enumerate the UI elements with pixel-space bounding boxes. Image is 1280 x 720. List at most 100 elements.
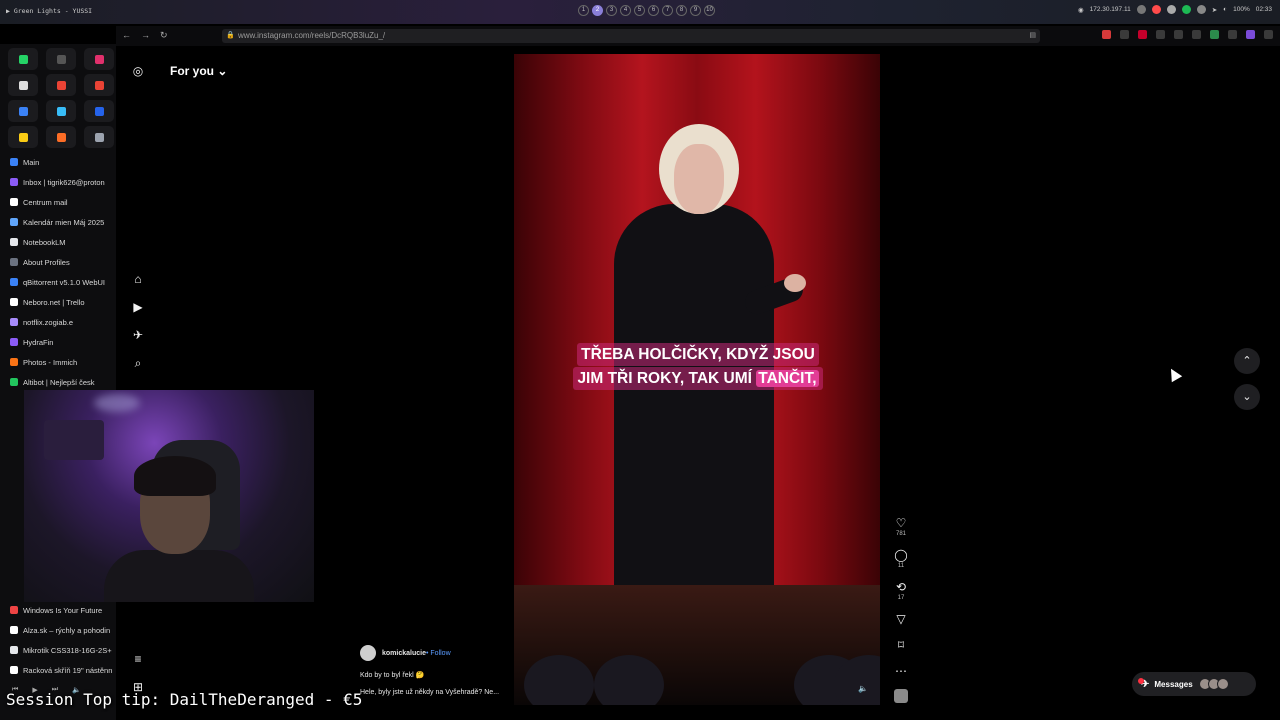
sidebar-tab[interactable]: Kalendár mien Máj 2025 [0,212,116,232]
pinned-app-whatsapp[interactable] [8,48,38,70]
site-info-icon[interactable]: 🔒 [226,29,235,43]
share-button[interactable]: ▽ [892,612,910,626]
sidebar-tab[interactable]: Neboro.net | Trello [0,292,116,312]
sidebar-tab[interactable]: Mikrotik CSS318-16G-2S+ [0,640,116,660]
repost-button[interactable]: ⟲ 17 [892,580,910,601]
sidebar-tab[interactable]: HydraFin [0,332,116,352]
messages-button[interactable]: ✈ Messages [1132,672,1256,696]
workspace-10[interactable]: 10 [704,5,715,16]
more-options-button[interactable]: ⋯ [892,664,910,678]
tray-app-icon[interactable] [1181,5,1191,14]
video-performer-hand [784,274,806,292]
tray-app-icon[interactable] [1166,5,1176,14]
comment-button[interactable]: ◯ 11 [892,548,910,569]
pinned-app-instagram[interactable] [84,48,114,70]
sidebar-tab-label: Centrum mail [23,197,68,207]
browser-sidebar: Main Inbox | tigrik626@proton Centrum mail… [0,44,116,720]
yellow-app-icon [18,132,28,142]
menu-icon[interactable] [1264,30,1273,39]
extension-icon[interactable] [1138,30,1147,39]
extension-icon[interactable] [1210,30,1219,39]
sidebar-tab[interactable]: Inbox | tigrik626@proton [0,172,116,192]
workspace-8[interactable]: 8 [676,5,687,16]
pinned-app-messenger[interactable] [8,100,38,122]
home-icon[interactable]: ⌂ [131,272,145,286]
extension-icon[interactable] [1120,30,1129,39]
address-bar[interactable]: 🔒 www.instagram.com/reels/DcRQB3luZu_/ ▤ [222,29,1040,43]
pinned-app-gitlab[interactable] [46,126,76,148]
tray-app-icon[interactable] [1151,5,1161,14]
extension-icon[interactable] [1228,30,1237,39]
extension-icon[interactable] [1156,30,1165,39]
reader-view-icon[interactable]: ▤ [1029,29,1036,43]
instagram-logo-icon[interactable]: ◎ [131,64,145,78]
telegram-icon[interactable]: ➤ [1212,6,1217,14]
menu-icon[interactable]: ≡ [131,652,145,666]
sidebar-tab[interactable]: notflix.zogiab.e [0,312,116,332]
sidebar-tab[interactable]: Racková skříň 19" nástěnn [0,660,116,680]
extension-toolbar [1102,30,1273,39]
pinned-app-yellow-app[interactable] [8,126,38,148]
pinned-app-gmail-2[interactable] [84,74,114,96]
repost-count: 17 [897,595,905,601]
mouse-cursor [1165,365,1183,383]
workspace-1[interactable]: 1 [578,5,589,16]
follow-button[interactable]: • Follow [426,650,451,657]
volume-icon[interactable]: ◐ [1223,6,1227,13]
instagram-icon [94,54,104,64]
feed-label: For you [170,64,214,78]
extension-icon[interactable] [1192,30,1201,39]
extension-icon[interactable] [1102,30,1111,39]
workspace-7[interactable]: 7 [662,5,673,16]
tray-app-icon[interactable] [1196,5,1206,14]
workspace-5[interactable]: 5 [634,5,645,16]
sidebar-tab[interactable]: Main [0,152,116,172]
pinned-app-drop[interactable] [46,100,76,122]
sidebar-tab[interactable]: About Profiles [0,252,116,272]
sidebar-tab[interactable]: Centrum mail [0,192,116,212]
workspace-6[interactable]: 6 [648,5,659,16]
username[interactable]: komickalucie [382,650,426,657]
pinned-app-blue-app[interactable] [84,100,114,122]
forward-icon[interactable]: → [141,30,150,41]
sidebar-tab[interactable]: Photos - Immich [0,352,116,372]
sidebar-tab[interactable]: NotebookLM [0,232,116,252]
network-icon[interactable]: ◉ [1078,6,1084,14]
sidebar-tab-label: Windows Is Your Future [23,605,103,615]
back-icon[interactable]: ← [122,30,131,41]
sidebar-tab[interactable]: Windows Is Your Future [0,600,116,620]
pinned-app-gear[interactable] [84,126,114,148]
send-icon: ▽ [896,612,906,626]
pinned-apps [8,48,114,148]
pinned-app-blank[interactable] [46,48,76,70]
save-button[interactable]: ⌑ [892,638,910,652]
reels-icon[interactable]: ▶ [131,300,145,314]
feed-selector[interactable]: For you ⌄ [170,64,227,78]
reload-icon[interactable]: ↻ [160,30,168,41]
search-icon[interactable]: ⌕ [131,356,145,370]
sidebar-tab[interactable]: qBittorrent v5.1.0 WebUI [0,272,116,292]
sidebar-tab[interactable]: Alza.sk – rýchly a pohodin [0,620,116,640]
video-performer-face [674,144,724,214]
workspace-3[interactable]: 3 [606,5,617,16]
now-playing[interactable]: ▶ Green Lights - YUSSI [6,7,92,15]
workspace-9[interactable]: 9 [690,5,701,16]
workspace-4[interactable]: 4 [620,5,631,16]
post-caption-more[interactable]: Hele, byly jste už někdy na Vyšehradě? N… [360,689,499,696]
sidebar-tab[interactable]: Altibot | Nejlepší česk [0,372,116,392]
sidebar-tab-label: Photos - Immich [23,357,78,367]
like-button[interactable]: ♡ 781 [892,516,910,537]
pinned-app-x[interactable] [8,74,38,96]
favicon-icon [10,338,18,346]
previous-reel-button[interactable]: ⌃ [1234,348,1260,374]
pinned-app-gmail[interactable] [46,74,76,96]
direct-messages-icon[interactable]: ✈ [131,328,145,342]
next-reel-button[interactable]: ⌄ [1234,384,1260,410]
avatar[interactable] [360,645,376,661]
tray-app-icon[interactable] [1136,5,1146,14]
workspace-2[interactable]: 2 [592,5,603,16]
extension-icon[interactable] [1174,30,1183,39]
audio-thumbnail[interactable] [894,689,908,703]
mute-icon[interactable]: 🔈 [858,684,868,693]
extension-icon[interactable] [1246,30,1255,39]
